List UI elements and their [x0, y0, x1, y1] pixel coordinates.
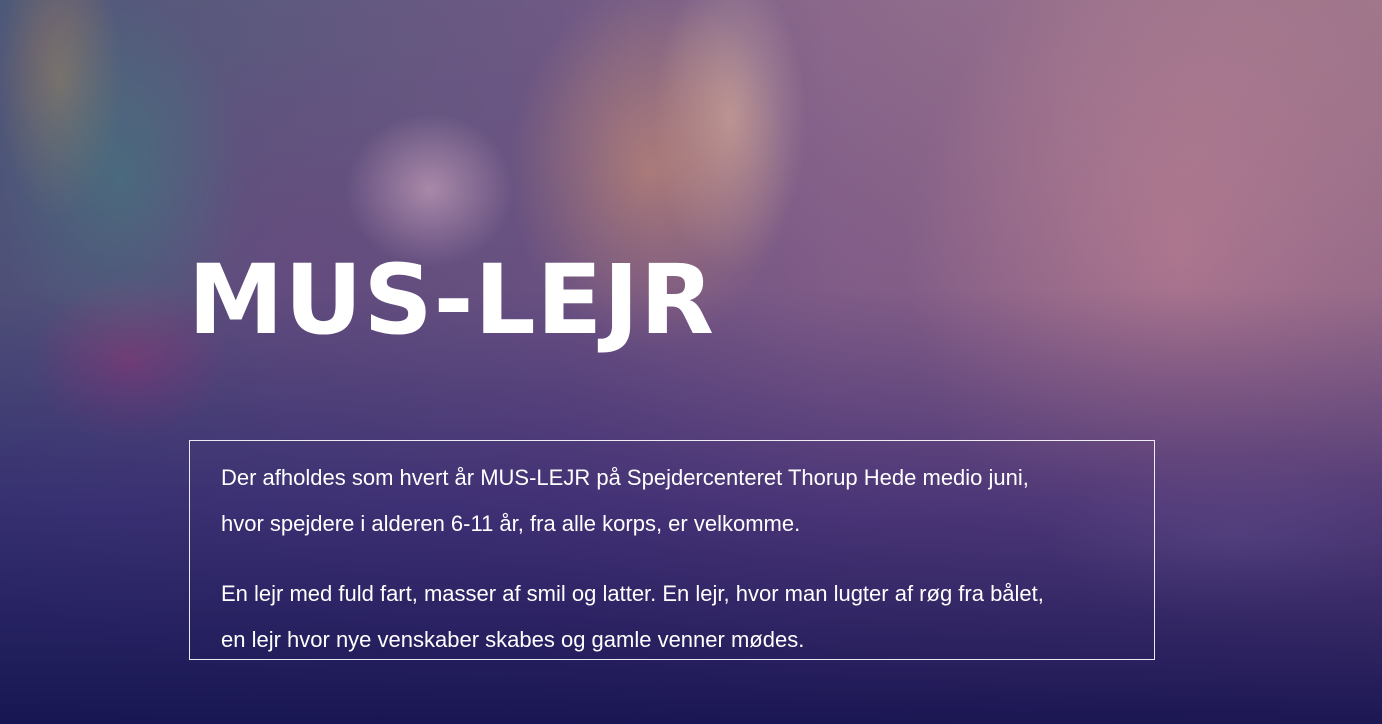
hero-section: MUS-LEJR Der afholdes som hvert år MUS-L… [0, 0, 1382, 724]
page-title: MUS-LEJR [188, 244, 715, 356]
intro-text-box: Der afholdes som hvert år MUS-LEJR på Sp… [189, 440, 1155, 660]
intro-paragraph-2: En lejr med fuld fart, masser af smil og… [221, 581, 1044, 652]
intro-paragraph-1: Der afholdes som hvert år MUS-LEJR på Sp… [221, 465, 1029, 536]
